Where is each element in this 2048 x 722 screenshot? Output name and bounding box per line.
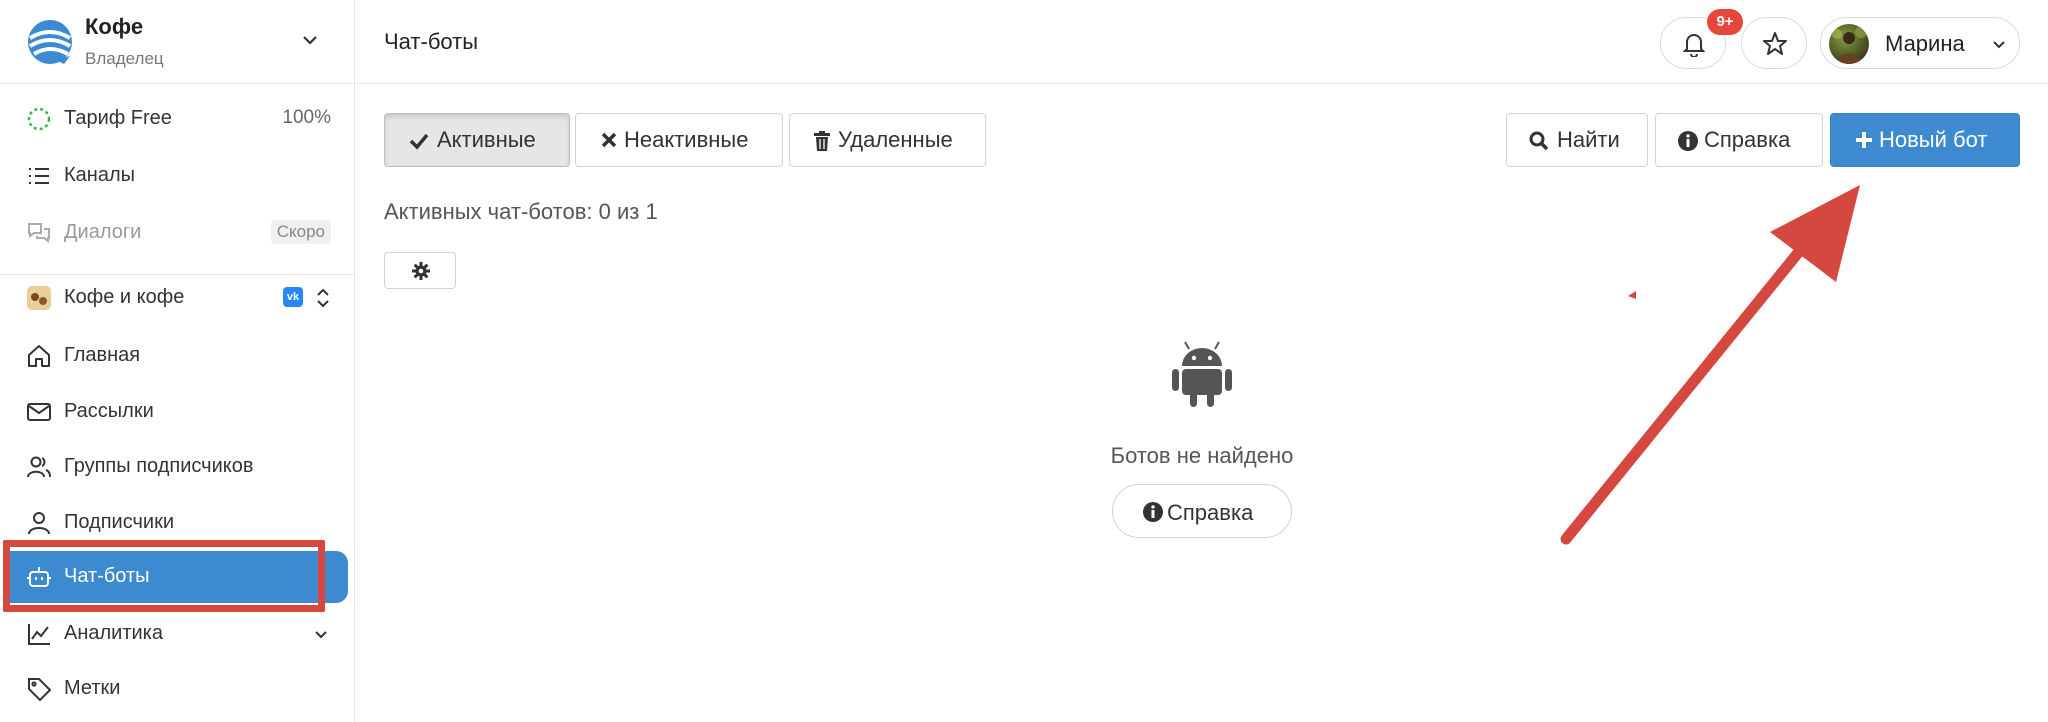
project-avatar-icon: [27, 286, 51, 310]
user-menu-button[interactable]: Марина: [1820, 17, 2020, 69]
chevron-down-icon[interactable]: [298, 28, 322, 52]
sidebar-item-tariff[interactable]: Тариф Free 100%: [0, 93, 355, 145]
help-label: Справка: [1704, 127, 1791, 152]
bell-icon: [1682, 34, 1706, 57]
tariff-usage: 100%: [282, 107, 331, 128]
check-icon: [409, 133, 429, 150]
org-role: Владелец: [85, 49, 164, 68]
project-switcher[interactable]: Кофе и кофе vk: [0, 272, 355, 324]
filter-inactive-label: Неактивные: [624, 127, 749, 152]
search-button[interactable]: Найти: [1506, 113, 1648, 167]
search-icon: [1529, 131, 1549, 151]
new-bot-button[interactable]: Новый бот: [1830, 113, 2020, 167]
bot-count: Активных чат-ботов: 0 из 1: [384, 199, 658, 224]
page-title: Чат-боты: [384, 29, 479, 54]
highlight-box: [3, 540, 325, 612]
favorites-button[interactable]: [1741, 17, 1807, 69]
sidebar-item-label: Диалоги: [64, 221, 142, 243]
org-name: Кофе: [85, 14, 144, 39]
plus-icon: [1856, 132, 1872, 148]
empty-help-button[interactable]: Справка: [1112, 484, 1292, 538]
project-name: Кофе и кофе: [64, 286, 185, 308]
filter-deleted-label: Удаленные: [838, 127, 953, 152]
avatar: [1829, 24, 1869, 64]
gear-icon: [412, 262, 430, 280]
sidebar-item-groups[interactable]: Группы подписчиков: [0, 441, 355, 493]
sidebar-item-label: Аналитика: [64, 622, 163, 644]
progress-circle-icon: [27, 107, 51, 131]
mail-icon: [27, 403, 51, 421]
sidebar-item-home[interactable]: Главная: [0, 330, 355, 382]
org-switcher[interactable]: Кофе Владелец: [0, 0, 355, 84]
info-icon: [1143, 502, 1163, 522]
trash-icon: [814, 131, 830, 151]
vk-icon: vk: [283, 287, 303, 307]
user-icon: [28, 512, 50, 535]
star-icon: [1763, 32, 1787, 55]
sidebar-item-channels[interactable]: Каналы: [0, 150, 355, 202]
notification-badge: 9+: [1707, 9, 1743, 35]
new-bot-label: Новый бот: [1879, 127, 1988, 152]
chevron-down-icon: [1993, 41, 2005, 49]
soon-badge: Скоро: [270, 220, 331, 244]
sidebar: Кофе Владелец Тариф Free 100% Каналы Диа…: [0, 0, 355, 722]
times-icon: [601, 132, 617, 148]
chart-icon: [28, 624, 50, 645]
sidebar-item-label: Тариф Free: [64, 107, 172, 129]
filter-active-label: Активные: [437, 127, 536, 152]
help-button[interactable]: Справка: [1655, 113, 1823, 167]
sidebar-item-label: Подписчики: [64, 511, 175, 533]
chevron-down-icon[interactable]: [311, 624, 331, 644]
home-icon: [28, 345, 50, 367]
sidebar-item-dialogs: Диалоги Скоро: [0, 207, 355, 259]
list-icon: [29, 168, 49, 184]
search-label: Найти: [1557, 127, 1620, 152]
users-icon: [27, 456, 51, 478]
user-name: Марина: [1885, 31, 1965, 56]
sidebar-item-analytics[interactable]: Аналитика: [0, 608, 355, 660]
info-icon: [1678, 131, 1698, 151]
android-icon: [1172, 341, 1232, 407]
org-logo-icon: [28, 20, 72, 64]
filter-inactive-button[interactable]: Неактивные: [575, 113, 783, 167]
sidebar-item-tags[interactable]: Метки: [0, 663, 355, 715]
sidebar-item-label: Группы подписчиков: [64, 455, 254, 477]
sidebar-item-label: Метки: [64, 677, 121, 699]
filter-deleted-button[interactable]: Удаленные: [789, 113, 986, 167]
settings-button[interactable]: [384, 252, 456, 289]
sidebar-item-label: Каналы: [64, 164, 135, 186]
tag-icon: [28, 678, 52, 702]
chat-bubbles-icon: [28, 223, 50, 243]
sidebar-item-label: Рассылки: [64, 400, 154, 422]
empty-help-label: Справка: [1167, 500, 1254, 525]
empty-state-text: Ботов не найдено: [1110, 443, 1294, 468]
chevron-updown-icon[interactable]: [313, 286, 333, 310]
filter-active-button[interactable]: Активные: [384, 113, 570, 167]
sidebar-item-label: Главная: [64, 344, 141, 366]
sidebar-item-mailings[interactable]: Рассылки: [0, 386, 355, 438]
